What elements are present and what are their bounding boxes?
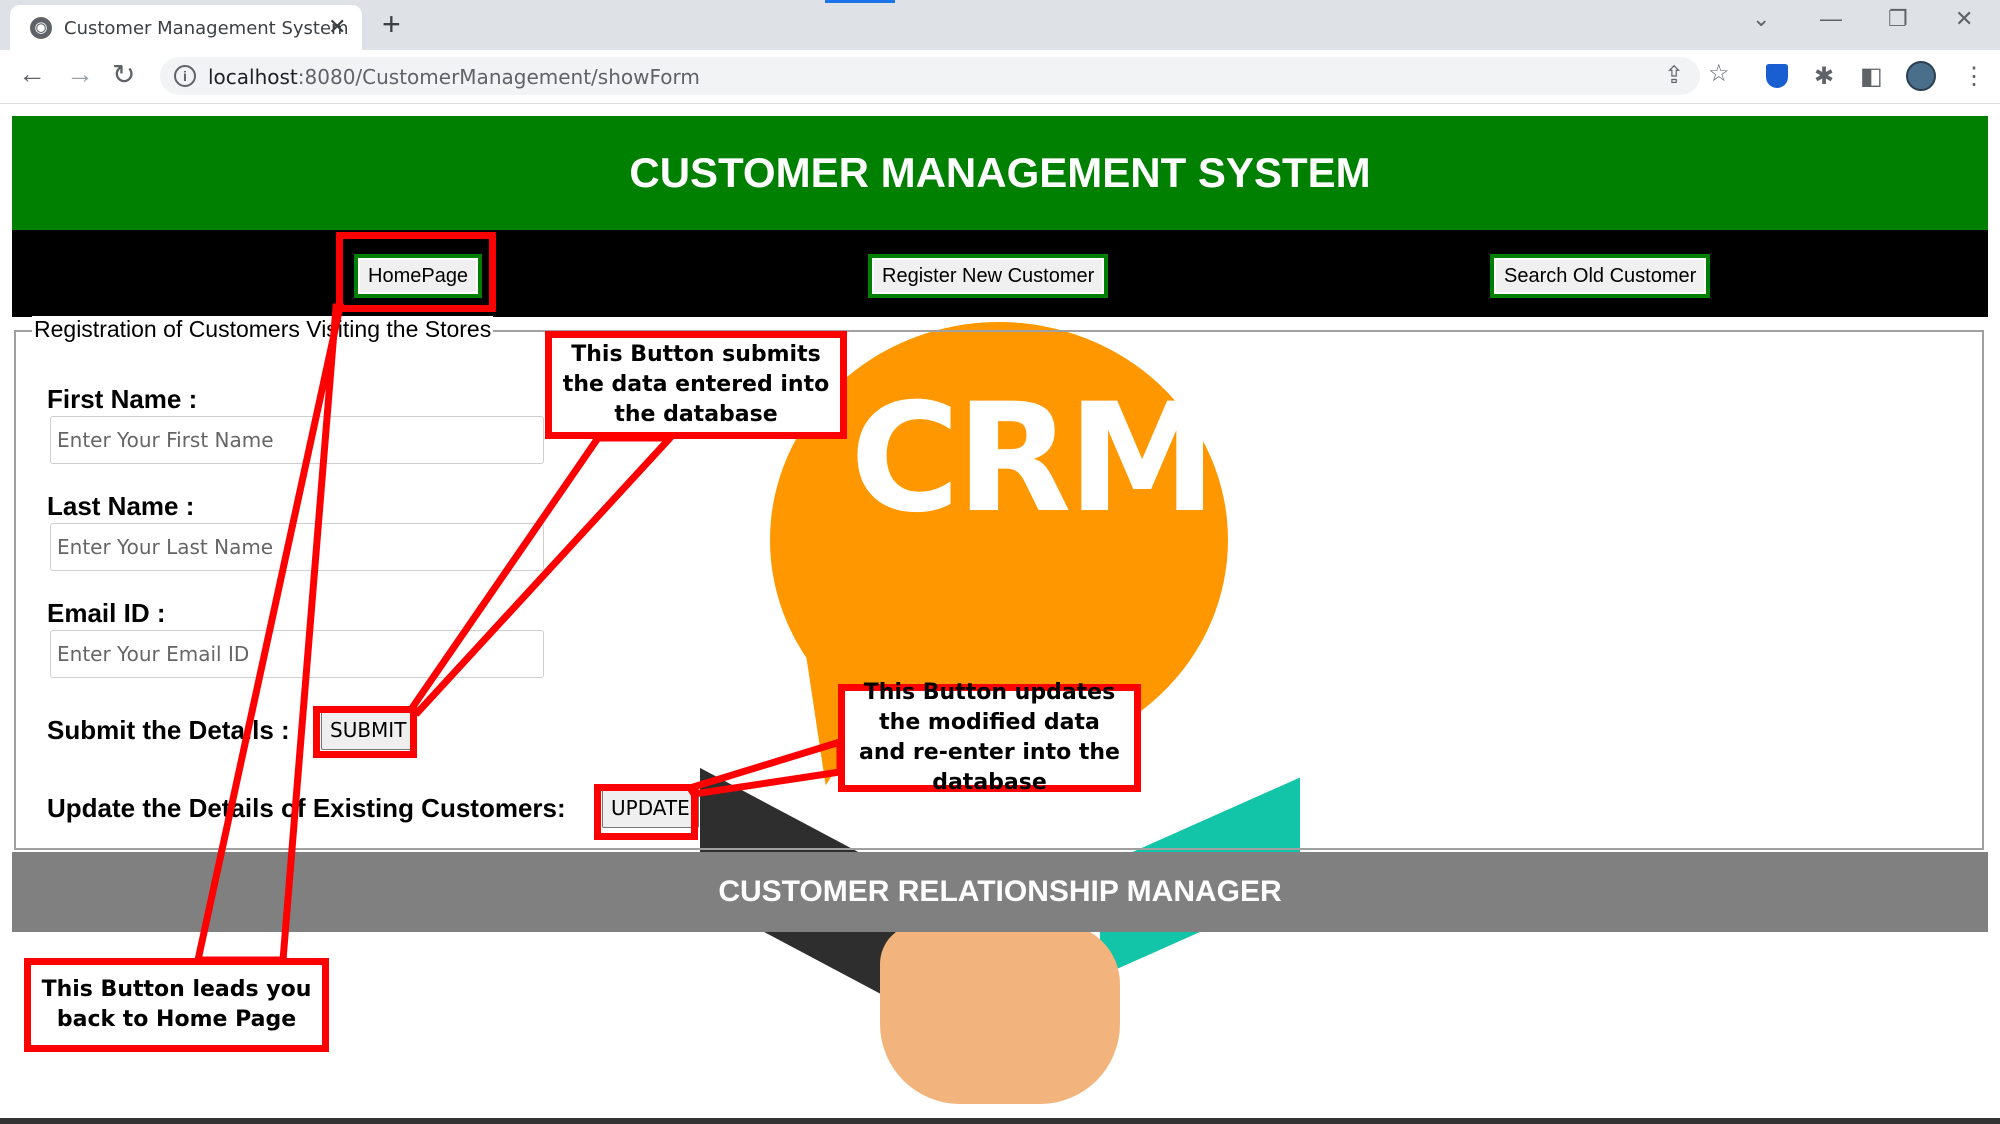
extensions-puzzle-icon[interactable]: ✱ xyxy=(1814,62,1834,91)
tab-accent xyxy=(825,0,895,3)
page-header: CUSTOMER MANAGEMENT SYSTEM xyxy=(12,116,1988,230)
forward-icon[interactable]: → xyxy=(66,58,94,90)
back-icon[interactable]: ← xyxy=(18,58,46,90)
footer-text: CUSTOMER RELATIONSHIP MANAGER xyxy=(718,875,1282,908)
globe-icon: ◉ xyxy=(30,17,52,39)
first-name-field[interactable] xyxy=(50,416,544,464)
browser-toolbar: ← → ↻ i localhost:8080/CustomerManagemen… xyxy=(0,50,2000,104)
browser-tab[interactable]: ◉ Customer Management System ✕ xyxy=(10,5,362,50)
home-callout: This Button leads you back to Home Page xyxy=(24,958,329,1052)
update-label: Update the Details of Existing Customers… xyxy=(47,793,566,823)
minimize-icon[interactable]: — xyxy=(1820,6,1842,32)
side-panel-icon[interactable]: ◧ xyxy=(1860,62,1883,91)
last-name-field[interactable] xyxy=(50,523,544,571)
homepage-highlight xyxy=(336,232,496,312)
close-tab-icon[interactable]: ✕ xyxy=(328,14,346,40)
restore-icon[interactable]: ❐ xyxy=(1888,6,1908,32)
address-bar[interactable]: i localhost:8080/CustomerManagement/show… xyxy=(160,57,1730,95)
submit-label: Submit the Details : xyxy=(47,715,290,745)
page-footer: CUSTOMER RELATIONSHIP MANAGER xyxy=(12,852,1988,932)
submit-callout: This Button submits the data entered int… xyxy=(545,331,847,439)
last-name-label: Last Name : xyxy=(47,491,195,521)
url-text[interactable]: localhost:8080/CustomerManagement/showFo… xyxy=(208,65,700,89)
search-old-customer-button[interactable]: Search Old Customer xyxy=(1490,254,1711,298)
update-callout: This Button updates the modified data an… xyxy=(838,680,1141,795)
fieldset-legend: Registration of Customers Visiting the S… xyxy=(32,316,494,343)
shield-extension-icon[interactable] xyxy=(1766,64,1788,88)
register-new-customer-button[interactable]: Register New Customer xyxy=(868,254,1109,298)
bottom-edge xyxy=(0,1118,2000,1124)
page-title: CUSTOMER MANAGEMENT SYSTEM xyxy=(629,149,1371,196)
close-window-icon[interactable]: ✕ xyxy=(1955,6,1973,32)
handshake-hands xyxy=(880,924,1120,1104)
site-info-icon[interactable]: i xyxy=(174,65,196,87)
email-label: Email ID : xyxy=(47,598,166,628)
browser-tabstrip: ◉ Customer Management System ✕ + ⌄ — ❐ ✕ xyxy=(0,0,2000,50)
menu-kebab-icon[interactable]: ⋮ xyxy=(1962,62,1986,91)
share-icon[interactable]: ⇪ xyxy=(1664,61,1684,90)
reload-icon[interactable]: ↻ xyxy=(112,58,135,91)
submit-highlight xyxy=(313,706,417,758)
update-highlight xyxy=(594,784,698,840)
first-name-label: First Name : xyxy=(47,384,198,414)
bookmark-star-icon[interactable]: ☆ xyxy=(1708,59,1730,88)
tab-title: Customer Management System xyxy=(64,18,349,39)
profile-avatar[interactable] xyxy=(1906,61,1936,91)
tab-search-icon[interactable]: ⌄ xyxy=(1752,6,1770,32)
new-tab-button[interactable]: + xyxy=(382,6,401,43)
nav-bar: HomePage Register New Customer Search Ol… xyxy=(12,230,1988,317)
email-field[interactable] xyxy=(50,630,544,678)
